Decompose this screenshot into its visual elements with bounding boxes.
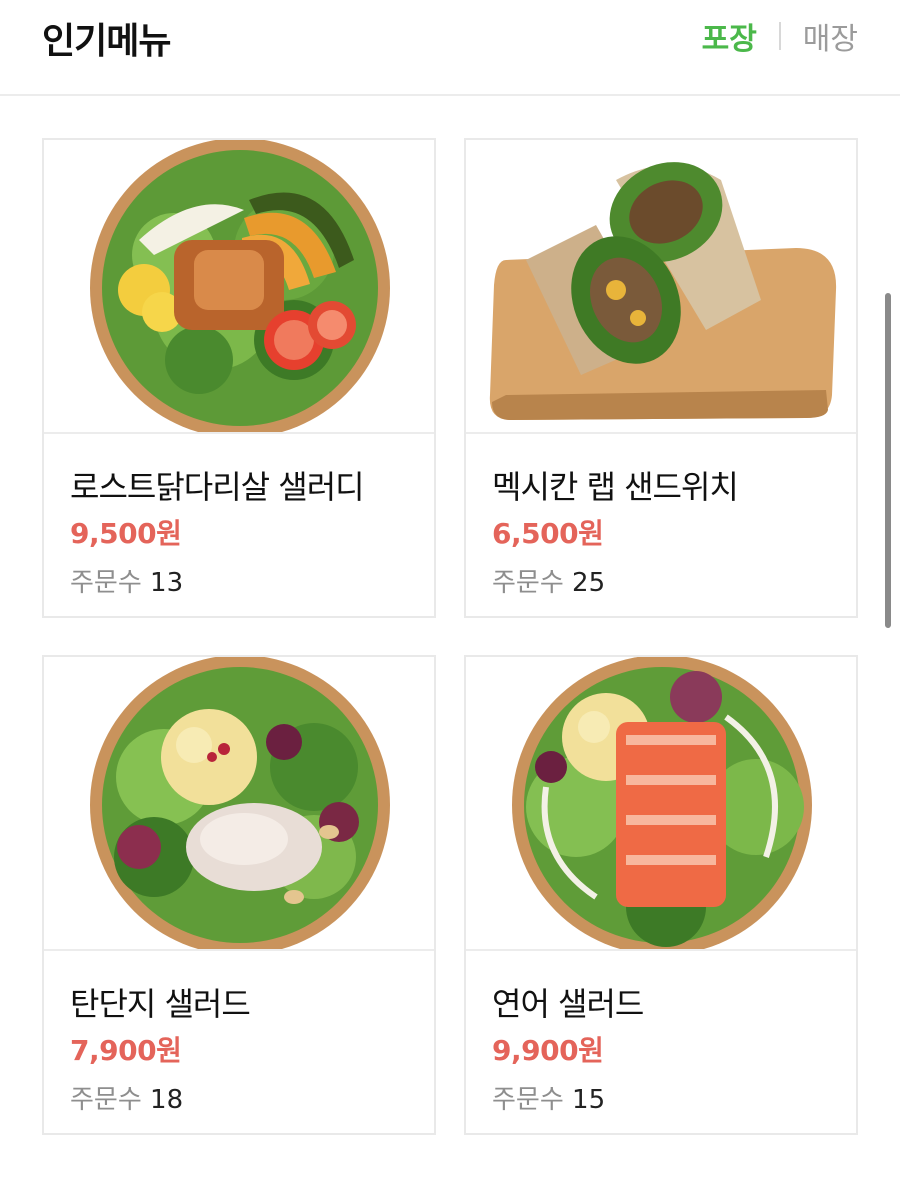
menu-name: 로스트닭다리살 샐러디 xyxy=(70,468,365,506)
menu-info: 멕시칸 랩 샌드위치 6,500원 주문수 25 xyxy=(466,436,856,616)
order-type-tabs: 포장 매장 xyxy=(702,14,858,58)
menu-name: 탄단지 샐러드 xyxy=(70,985,251,1023)
order-count-label: 주문수 xyxy=(70,568,142,598)
menu-card-mexican-wrap[interactable]: 멕시칸 랩 샌드위치 6,500원 주문수 25 xyxy=(464,138,858,618)
menu-card-tandanji-salad[interactable]: 탄단지 샐러드 7,900원 주문수 18 xyxy=(42,655,436,1135)
order-count: 주문수 15 xyxy=(492,1079,605,1116)
order-count-value: 15 xyxy=(572,1085,606,1115)
order-count: 주문수 13 xyxy=(70,562,183,599)
order-count-label: 주문수 xyxy=(70,1085,142,1115)
menu-price: 6,500원 xyxy=(492,517,604,550)
menu-name: 연어 샐러드 xyxy=(492,985,644,1023)
page-title: 인기메뉴 xyxy=(42,21,171,62)
menu-card-roast-chicken-salad[interactable]: 로스트닭다리살 샐러디 9,500원 주문수 13 xyxy=(42,138,436,618)
order-count: 주문수 25 xyxy=(492,562,605,599)
order-count: 주문수 18 xyxy=(70,1079,183,1116)
menu-image-mexican-wrap xyxy=(466,140,856,434)
order-count-value: 13 xyxy=(150,568,184,598)
menu-info: 로스트닭다리살 샐러디 9,500원 주문수 13 xyxy=(44,436,434,616)
menu-card-salmon-salad[interactable]: 연어 샐러드 9,900원 주문수 15 xyxy=(464,655,858,1135)
order-count-value: 18 xyxy=(150,1085,184,1115)
tab-dine-in[interactable]: 매장 xyxy=(803,14,858,58)
tab-takeout[interactable]: 포장 xyxy=(702,14,757,58)
menu-price: 9,500원 xyxy=(70,517,182,550)
menu-price: 9,900원 xyxy=(492,1034,604,1067)
header-bar: 인기메뉴 포장 매장 xyxy=(0,0,900,96)
menu-image-roast-chicken-salad xyxy=(44,140,434,434)
tab-divider xyxy=(778,22,781,50)
menu-name: 멕시칸 랩 샌드위치 xyxy=(492,468,739,506)
menu-price: 7,900원 xyxy=(70,1034,182,1067)
menu-info: 탄단지 샐러드 7,900원 주문수 18 xyxy=(44,953,434,1133)
order-count-label: 주문수 xyxy=(492,568,564,598)
order-count-value: 25 xyxy=(572,568,606,598)
menu-image-tandanji-salad xyxy=(44,657,434,951)
menu-info: 연어 샐러드 9,900원 주문수 15 xyxy=(466,953,856,1133)
menu-image-salmon-salad xyxy=(466,657,856,951)
order-count-label: 주문수 xyxy=(492,1085,564,1115)
scrollbar-thumb[interactable] xyxy=(885,293,891,628)
